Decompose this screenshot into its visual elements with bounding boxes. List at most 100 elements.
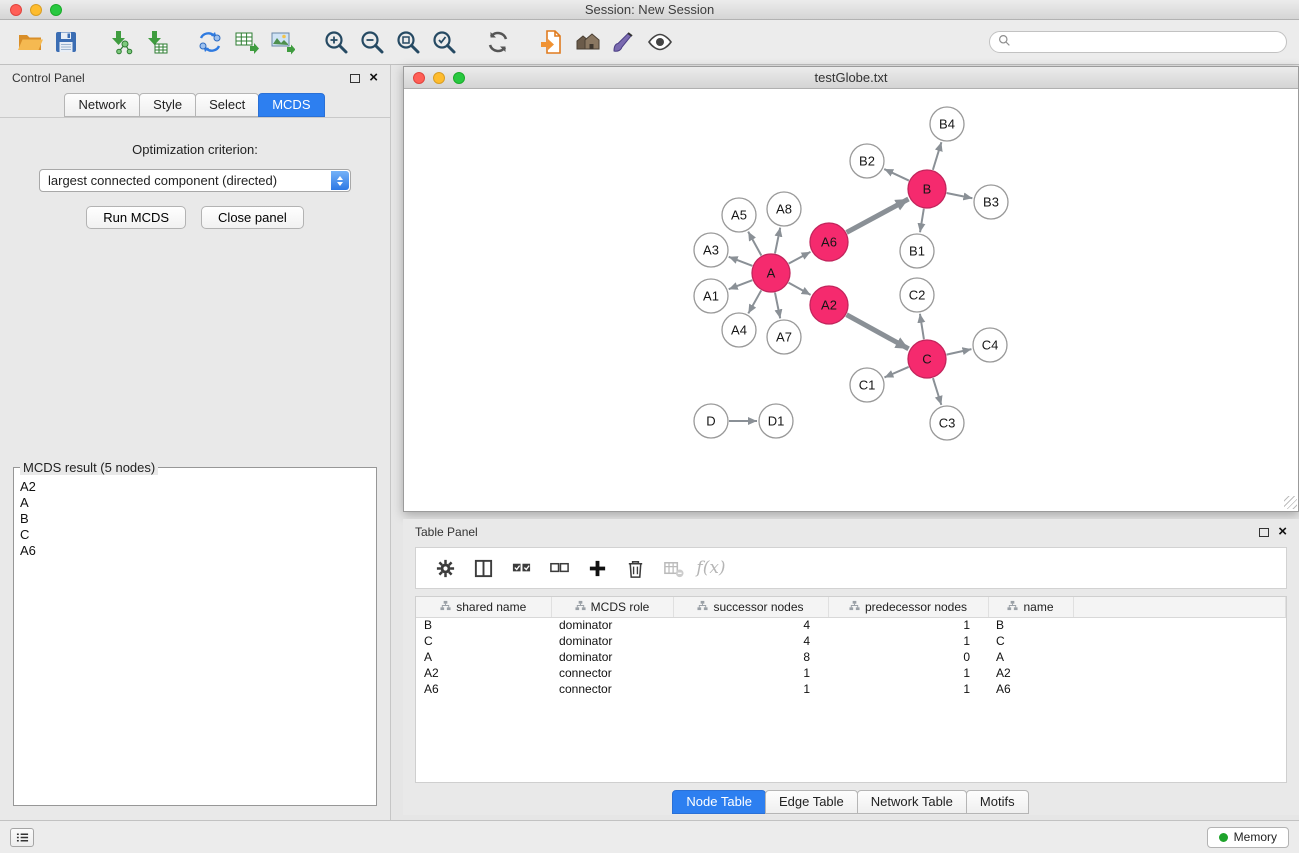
apply-style-button[interactable]: [606, 25, 642, 59]
node-A4[interactable]: A4: [722, 313, 756, 347]
show-panels-button[interactable]: [10, 828, 34, 847]
cell[interactable]: 1: [673, 665, 828, 681]
export-network-button[interactable]: [192, 25, 228, 59]
cell[interactable]: B: [988, 617, 1073, 633]
tab-edge-table[interactable]: Edge Table: [765, 790, 858, 814]
result-item-c[interactable]: C: [20, 527, 370, 543]
cell[interactable]: A6: [416, 681, 551, 697]
delete-row-button[interactable]: [620, 553, 650, 583]
close-panel-button[interactable]: Close panel: [201, 206, 304, 229]
cell[interactable]: C: [416, 633, 551, 649]
edge-C-C2[interactable]: [920, 314, 924, 339]
node-C1[interactable]: C1: [850, 368, 884, 402]
cell[interactable]: A: [988, 649, 1073, 665]
search-input[interactable]: [1016, 35, 1278, 49]
edge-A-A6[interactable]: [789, 252, 811, 264]
cell[interactable]: 1: [828, 681, 988, 697]
float-table-panel-icon[interactable]: [1259, 528, 1269, 537]
node-A3[interactable]: A3: [694, 233, 728, 267]
table-row-a2[interactable]: A2connector11A2: [416, 665, 1286, 681]
mcds-result-list[interactable]: A2ABCA6: [14, 477, 376, 805]
network-zoom-button[interactable]: [453, 72, 465, 84]
cell[interactable]: C: [988, 633, 1073, 649]
import-network-button[interactable]: [102, 25, 138, 59]
cell[interactable]: 1: [828, 617, 988, 633]
edge-B-B4[interactable]: [933, 142, 942, 170]
export-image-button[interactable]: [264, 25, 300, 59]
edge-B-B3[interactable]: [947, 193, 973, 198]
node-A[interactable]: A: [752, 254, 790, 292]
zoom-fit-button[interactable]: [390, 25, 426, 59]
cell[interactable]: 4: [673, 617, 828, 633]
import-table-button[interactable]: [138, 25, 174, 59]
deselect-all-rows-button[interactable]: [544, 553, 574, 583]
cell[interactable]: 1: [828, 633, 988, 649]
tab-mcds[interactable]: MCDS: [258, 93, 324, 117]
table-row-b[interactable]: Bdominator41B: [416, 617, 1286, 633]
edge-C-C4[interactable]: [947, 349, 972, 355]
network-minimize-button[interactable]: [433, 72, 445, 84]
cell[interactable]: 0: [828, 649, 988, 665]
close-panel-icon[interactable]: ×: [369, 72, 378, 84]
close-table-panel-icon[interactable]: ×: [1278, 526, 1287, 538]
edge-A-A7[interactable]: [775, 293, 780, 319]
search-box[interactable]: [989, 31, 1287, 53]
open-file-button[interactable]: [12, 25, 48, 59]
node-B1[interactable]: B1: [900, 234, 934, 268]
column-header-shared-name[interactable]: shared name: [416, 597, 551, 617]
edge-A-A1[interactable]: [729, 280, 753, 289]
node-B3[interactable]: B3: [974, 185, 1008, 219]
result-item-a6[interactable]: A6: [20, 543, 370, 559]
edge-A-A8[interactable]: [775, 228, 780, 254]
node-B4[interactable]: B4: [930, 107, 964, 141]
column-header-successor-nodes[interactable]: successor nodes: [673, 597, 828, 617]
save-session-button[interactable]: [48, 25, 84, 59]
cell[interactable]: A: [416, 649, 551, 665]
add-row-button[interactable]: [582, 553, 612, 583]
result-item-a[interactable]: A: [20, 495, 370, 511]
run-mcds-button[interactable]: Run MCDS: [86, 206, 186, 229]
cell[interactable]: dominator: [551, 617, 673, 633]
network-canvas[interactable]: B4B2BB3A5A8A6A3B1AA1C2A2A4A7C4CC1C3DD1: [404, 89, 1298, 510]
zoom-out-button[interactable]: [354, 25, 390, 59]
tab-network[interactable]: Network: [64, 93, 140, 117]
edge-B-B1[interactable]: [920, 209, 924, 232]
edge-A2-C[interactable]: [847, 315, 909, 349]
column-header-mcds-role[interactable]: MCDS role: [551, 597, 673, 617]
tab-select[interactable]: Select: [195, 93, 259, 117]
table-row-a[interactable]: Adominator80A: [416, 649, 1286, 665]
resize-grip[interactable]: [1284, 496, 1297, 509]
node-A1[interactable]: A1: [694, 279, 728, 313]
criterion-dropdown[interactable]: largest connected component (directed): [39, 169, 351, 192]
tab-motifs[interactable]: Motifs: [966, 790, 1029, 814]
select-all-rows-button[interactable]: [506, 553, 536, 583]
column-header-predecessor-nodes[interactable]: predecessor nodes: [828, 597, 988, 617]
dropdown-stepper-icon[interactable]: [331, 171, 349, 190]
edge-C-C3[interactable]: [933, 378, 941, 405]
cell[interactable]: A2: [988, 665, 1073, 681]
edge-A-A2[interactable]: [789, 283, 811, 295]
close-window-button[interactable]: [10, 4, 22, 16]
edge-A-A5[interactable]: [748, 232, 761, 256]
node-A7[interactable]: A7: [767, 320, 801, 354]
edge-A-A3[interactable]: [729, 257, 753, 266]
cell[interactable]: connector: [551, 681, 673, 697]
table-row-c[interactable]: Cdominator41C: [416, 633, 1286, 649]
show-columns-button[interactable]: [468, 553, 498, 583]
node-A8[interactable]: A8: [767, 192, 801, 226]
zoom-in-button[interactable]: [318, 25, 354, 59]
cell[interactable]: 1: [828, 665, 988, 681]
result-item-a2[interactable]: A2: [20, 479, 370, 495]
refresh-layout-button[interactable]: [480, 25, 516, 59]
result-item-b[interactable]: B: [20, 511, 370, 527]
export-table-button[interactable]: [228, 25, 264, 59]
show-graphics-button[interactable]: [642, 25, 678, 59]
column-header-name[interactable]: name: [988, 597, 1073, 617]
edge-B-B2[interactable]: [884, 169, 909, 181]
home-button[interactable]: [570, 25, 606, 59]
table-row-a6[interactable]: A6connector11A6: [416, 681, 1286, 697]
tab-node-table[interactable]: Node Table: [672, 790, 766, 814]
node-A6[interactable]: A6: [810, 223, 848, 261]
node-C4[interactable]: C4: [973, 328, 1007, 362]
node-C2[interactable]: C2: [900, 278, 934, 312]
